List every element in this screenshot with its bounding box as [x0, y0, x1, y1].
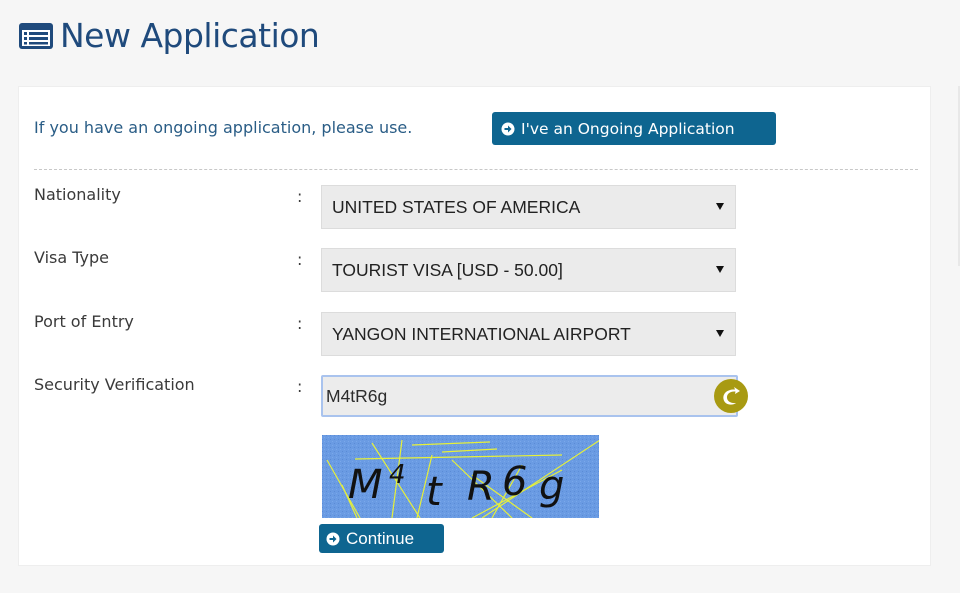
section-divider	[34, 169, 918, 170]
colon-separator: :	[297, 250, 302, 269]
chevron-down-icon	[716, 330, 724, 337]
page-title: New Application	[60, 14, 319, 58]
captcha-char: t	[426, 469, 443, 515]
ongoing-application-button-label: I've an Ongoing Application	[521, 120, 735, 138]
port-of-entry-select[interactable]: YANGON INTERNATIONAL AIRPORT	[321, 312, 736, 356]
colon-separator: :	[297, 377, 302, 396]
continue-button-label: Continue	[346, 529, 414, 549]
ongoing-application-hint: If you have an ongoing application, plea…	[34, 118, 412, 137]
nationality-selected-value: UNITED STATES OF AMERICA	[332, 197, 580, 218]
port-of-entry-selected-value: YANGON INTERNATIONAL AIRPORT	[332, 324, 631, 345]
port-of-entry-row: Port of Entry : YANGON INTERNATIONAL AIR…	[34, 312, 914, 356]
visa-type-selected-value: TOURIST VISA [USD - 50.00]	[332, 260, 563, 281]
captcha-char: g	[539, 463, 564, 509]
refresh-icon[interactable]	[713, 378, 749, 414]
application-form-card: If you have an ongoing application, plea…	[18, 86, 931, 566]
list-window-icon	[18, 22, 54, 50]
captcha-char: 4	[389, 460, 406, 490]
visa-type-label: Visa Type	[34, 248, 109, 267]
visa-type-select[interactable]: TOURIST VISA [USD - 50.00]	[321, 248, 736, 292]
security-verification-input[interactable]	[321, 375, 738, 417]
captcha-char: R	[467, 464, 495, 510]
continue-button[interactable]: Continue	[319, 524, 444, 553]
nationality-row: Nationality : UNITED STATES OF AMERICA	[34, 185, 914, 229]
arrow-circle-right-icon	[501, 122, 515, 136]
arrow-circle-right-icon	[326, 532, 340, 546]
page-header: New Application	[18, 14, 319, 58]
port-of-entry-label: Port of Entry	[34, 312, 134, 331]
visa-type-row: Visa Type : TOURIST VISA [USD - 50.00]	[34, 248, 914, 292]
captcha-image: M 4 t R 6 g	[322, 435, 599, 518]
captcha-char: 6	[502, 459, 527, 505]
security-verification-row: Security Verification :	[34, 375, 914, 419]
nationality-label: Nationality	[34, 185, 121, 204]
chevron-down-icon	[716, 203, 724, 210]
ongoing-application-button[interactable]: I've an Ongoing Application	[492, 112, 776, 145]
colon-separator: :	[297, 314, 302, 333]
security-verification-label: Security Verification	[34, 375, 195, 394]
chevron-down-icon	[716, 266, 724, 273]
captcha-char: M	[348, 462, 383, 508]
nationality-select[interactable]: UNITED STATES OF AMERICA	[321, 185, 736, 229]
colon-separator: :	[297, 187, 302, 206]
